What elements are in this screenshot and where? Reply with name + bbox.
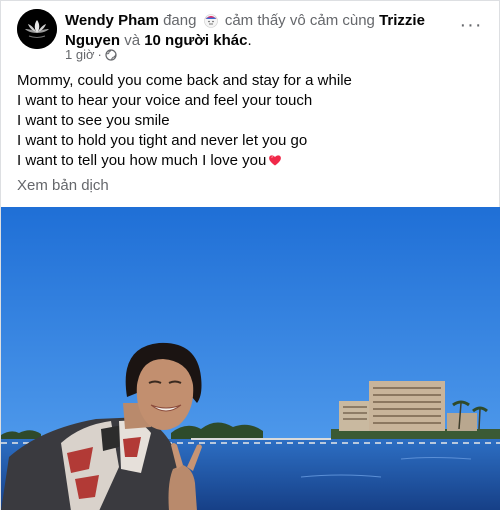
post-header-cont: Nguyen và 10 người khác. xyxy=(65,31,455,51)
see-translation-link[interactable]: Xem bản dịch xyxy=(17,177,109,194)
globe-icon[interactable] xyxy=(105,49,117,61)
status-verb: đang xyxy=(163,12,197,29)
message-line: Mommy, could you come back and stay for … xyxy=(17,72,352,89)
feeling-emoji-icon xyxy=(203,14,218,28)
author-name[interactable]: Wendy Pham xyxy=(65,12,159,29)
tagged-others-link[interactable]: 10 người khác xyxy=(144,32,247,49)
heart-icon xyxy=(269,155,282,166)
message-line: I want to hear your voice and feel your … xyxy=(17,92,313,109)
feeling-text: cảm thấy vô cảm cùng xyxy=(224,12,375,29)
message-line: I want to hold you tight and never let y… xyxy=(17,132,308,149)
post-time[interactable]: 1 giờ xyxy=(65,47,95,63)
post-meta: 1 giờ · xyxy=(65,47,117,63)
post-message: Mommy, could you come back and stay for … xyxy=(17,71,483,171)
post-photo[interactable] xyxy=(1,207,500,510)
post-card: Wendy Pham đang cảm thấy vô cảm cùng Tri… xyxy=(0,0,500,510)
lotus-icon xyxy=(17,9,57,49)
meta-separator: · xyxy=(97,47,102,62)
conjunction: và xyxy=(124,32,141,49)
message-line-text: I want to tell you how much I love you xyxy=(17,152,267,169)
message-line-last: I want to tell you how much I love you xyxy=(17,151,483,171)
post-header: Wendy Pham đang cảm thấy vô cảm cùng Tri… xyxy=(65,11,455,31)
tagged-friend-first[interactable]: Trizzie xyxy=(379,12,425,29)
photo-image xyxy=(1,207,500,510)
author-avatar[interactable] xyxy=(17,9,57,49)
header-period: . xyxy=(247,32,252,49)
message-line: I want to see you smile xyxy=(17,112,170,129)
more-options-icon[interactable]: ··· xyxy=(455,9,487,41)
